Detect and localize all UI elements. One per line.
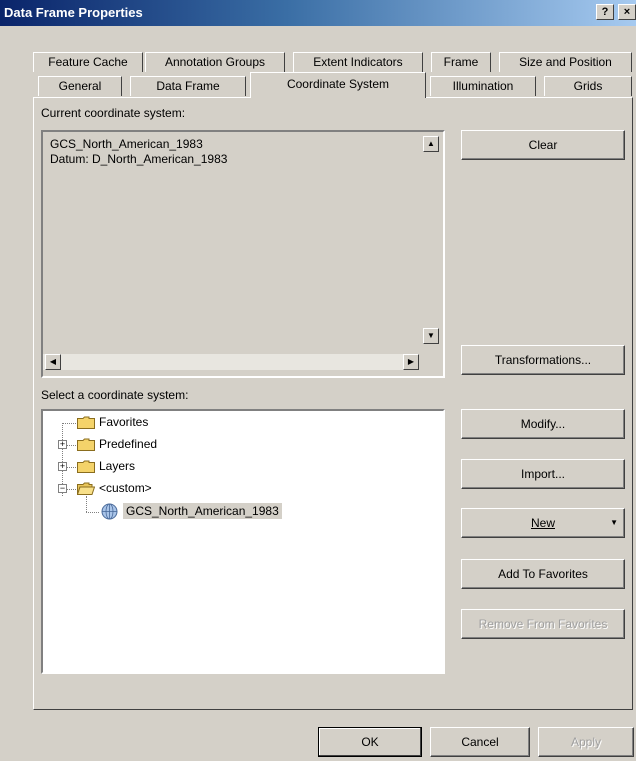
current-coordinate-system-box: GCS_North_American_1983 Datum: D_North_A…	[41, 130, 445, 378]
scroll-right-arrow[interactable]: ▶	[403, 354, 419, 370]
tree-label-gcs-north-american-1983: GCS_North_American_1983	[123, 503, 282, 519]
tab-size-and-position[interactable]: Size and Position	[499, 52, 632, 72]
tree-line	[86, 512, 99, 513]
tab-extent-indicators[interactable]: Extent Indicators	[293, 52, 423, 72]
folder-icon	[77, 460, 95, 473]
horizontal-scrollbar[interactable]	[43, 354, 415, 370]
expand-plus-icon[interactable]: +	[58, 462, 67, 471]
current-coordinate-system-label: Current coordinate system:	[41, 106, 186, 120]
scroll-left-arrow[interactable]: ◀	[45, 354, 61, 370]
scroll-up-arrow[interactable]: ▲	[423, 136, 439, 152]
transformations-button[interactable]: Transformations...	[461, 345, 625, 375]
remove-from-favorites-button: Remove From Favorites	[461, 609, 625, 639]
tree-label-custom: <custom>	[99, 481, 152, 495]
add-to-favorites-button[interactable]: Add To Favorites	[461, 559, 625, 589]
tree-label-layers: Layers	[99, 459, 136, 473]
tab-grids[interactable]: Grids	[544, 76, 632, 96]
new-button[interactable]: New ▼	[461, 508, 625, 538]
tab-coordinate-system[interactable]: Coordinate System	[250, 72, 426, 98]
globe-icon	[101, 503, 118, 520]
tree-line	[67, 489, 76, 490]
tab-general[interactable]: General	[38, 76, 122, 96]
tree-line	[67, 445, 76, 446]
close-button[interactable]: ×	[618, 4, 636, 20]
ok-button[interactable]: OK	[318, 727, 422, 757]
new-button-label: New	[530, 516, 555, 530]
modify-button[interactable]: Modify...	[461, 409, 625, 439]
cancel-button[interactable]: Cancel	[430, 727, 530, 757]
coordinate-system-tree[interactable]: Favorites + Predefined + Layers − <custo…	[41, 409, 445, 674]
current-system-name: GCS_North_American_1983	[50, 137, 203, 151]
tab-illumination[interactable]: Illumination	[430, 76, 536, 96]
tab-data-frame[interactable]: Data Frame	[130, 76, 246, 96]
dropdown-arrow-icon: ▼	[610, 518, 618, 527]
import-button[interactable]: Import...	[461, 459, 625, 489]
tab-annotation-groups[interactable]: Annotation Groups	[145, 52, 285, 72]
tab-feature-cache[interactable]: Feature Cache	[33, 52, 143, 72]
clear-button[interactable]: Clear	[461, 130, 625, 160]
folder-icon	[77, 438, 95, 451]
tree-line	[62, 423, 76, 424]
select-coordinate-system-label: Select a coordinate system:	[41, 388, 189, 402]
help-button[interactable]: ?	[596, 4, 614, 20]
folder-icon	[77, 416, 95, 429]
window-title: Data Frame Properties	[4, 5, 143, 20]
tree-line	[86, 496, 87, 512]
current-system-datum: Datum: D_North_American_1983	[50, 152, 228, 166]
scroll-down-arrow[interactable]: ▼	[423, 328, 439, 344]
apply-button: Apply	[538, 727, 634, 757]
collapse-minus-icon[interactable]: −	[58, 484, 67, 493]
tab-frame[interactable]: Frame	[431, 52, 491, 72]
tree-line	[67, 467, 76, 468]
open-folder-icon	[77, 482, 95, 495]
expand-plus-icon[interactable]: +	[58, 440, 67, 449]
data-frame-properties-dialog: Data Frame Properties ? × Feature Cache …	[0, 0, 636, 761]
tree-label-favorites: Favorites	[99, 415, 149, 429]
tree-label-predefined: Predefined	[99, 437, 158, 451]
title-bar[interactable]: Data Frame Properties ? ×	[0, 0, 636, 26]
